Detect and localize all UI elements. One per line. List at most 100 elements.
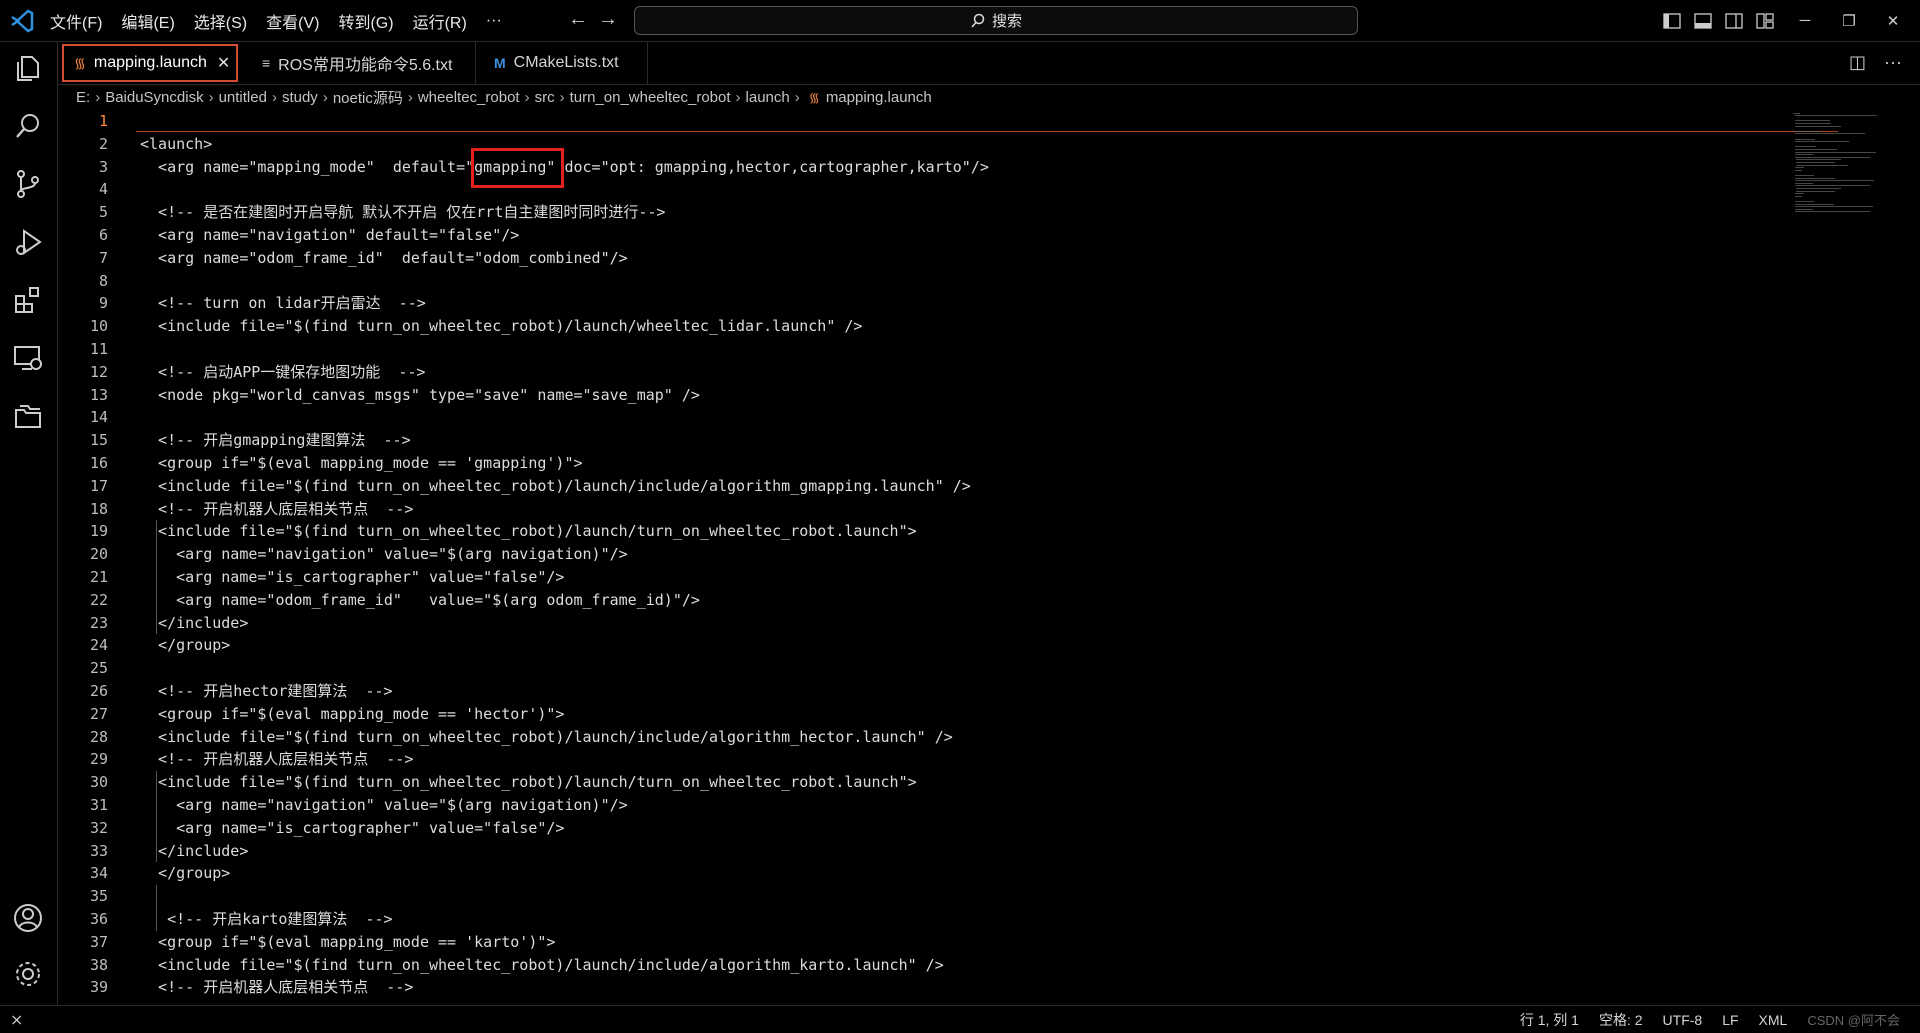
- code-text: <!-- 开启hector建图算法 -->: [140, 682, 393, 700]
- menu-selection[interactable]: 选择(S): [194, 9, 247, 33]
- code-line[interactable]: 12 <!-- 启动APP一键保存地图功能 -->: [58, 361, 1778, 384]
- code-text: </group>: [140, 636, 231, 655]
- breadcrumb-item[interactable]: turn_on_wheeltec_robot: [570, 89, 731, 106]
- code-line[interactable]: 1: [58, 110, 1838, 133]
- code-line[interactable]: 27 <group if="$(eval mapping_mode == 'he…: [58, 703, 1778, 726]
- code-line[interactable]: 28 <include file="$(find turn_on_wheelte…: [58, 726, 1778, 749]
- menu-view[interactable]: 查看(V): [266, 9, 319, 33]
- code-line[interactable]: 24 </group>: [58, 634, 1778, 657]
- code-text: <arg name="navigation" value="$(arg navi…: [140, 796, 628, 814]
- extensions-icon[interactable]: [12, 284, 44, 316]
- code-line[interactable]: 23 </include>: [58, 612, 1778, 635]
- split-editor-icon[interactable]: ◫: [1849, 52, 1866, 73]
- breadcrumb-item[interactable]: BaiduSyncdisk: [105, 89, 203, 106]
- code-line[interactable]: 8: [58, 270, 1778, 293]
- code-line[interactable]: 14: [58, 406, 1778, 429]
- code-line[interactable]: 38 <include file="$(find turn_on_wheelte…: [58, 954, 1778, 977]
- code-line[interactable]: 16 <group if="$(eval mapping_mode == 'gm…: [58, 452, 1778, 475]
- code-line[interactable]: 39 <!-- 开启机器人底层相关节点 -->: [58, 976, 1778, 999]
- code-line[interactable]: 19 <include file="$(find turn_on_wheelte…: [58, 520, 1778, 543]
- code-line[interactable]: 5 <!-- 是否在建图时开启导航 默认不开启 仅在rrt自主建图时同时进行--…: [58, 201, 1778, 224]
- menu-go[interactable]: 转到(G): [338, 9, 393, 33]
- restore-icon[interactable]: ❐: [1827, 12, 1871, 30]
- customize-layout-icon[interactable]: [1756, 12, 1774, 29]
- code-text: <launch>: [140, 134, 213, 153]
- code-line[interactable]: 4: [58, 178, 1778, 201]
- code-line[interactable]: 37 <group if="$(eval mapping_mode == 'ka…: [58, 931, 1778, 954]
- line-number: 4: [98, 180, 108, 199]
- settings-gear-icon[interactable]: [12, 958, 44, 990]
- cursor-position[interactable]: 行 1, 列 1: [1520, 1010, 1579, 1030]
- minimize-icon[interactable]: ─: [1783, 12, 1827, 29]
- command-search-box[interactable]: 搜索: [634, 6, 1358, 35]
- toggle-panel-icon[interactable]: [1694, 12, 1712, 29]
- code-line[interactable]: 36 <!-- 开启karto建图算法 -->: [58, 908, 1778, 931]
- toggle-primary-sidebar-icon[interactable]: [1663, 12, 1681, 29]
- indentation[interactable]: 空格: 2: [1599, 1010, 1643, 1030]
- encoding[interactable]: UTF-8: [1663, 1012, 1703, 1028]
- code-line[interactable]: 10 <include file="$(find turn_on_wheelte…: [58, 315, 1778, 338]
- breadcrumb-item[interactable]: mapping.launch: [826, 89, 932, 106]
- remote-indicator-icon[interactable]: ⨯: [10, 1010, 23, 1030]
- code-text: <include file="$(find turn_on_wheeltec_r…: [140, 317, 863, 336]
- search-icon[interactable]: [12, 110, 44, 142]
- code-line[interactable]: 2 <launch>: [58, 133, 1778, 156]
- breadcrumb-item[interactable]: study: [282, 89, 318, 106]
- code-line[interactable]: 17 <include file="$(find turn_on_wheelte…: [58, 475, 1778, 498]
- code-line[interactable]: 15 <!-- 开启gmapping建图算法 -->: [58, 429, 1778, 452]
- breadcrumb-item[interactable]: E:: [76, 89, 90, 106]
- tab-mapping-launch[interactable]: ᯾ mapping.launch ✕: [62, 44, 238, 82]
- breadcrumb-item[interactable]: launch: [746, 89, 790, 106]
- language-mode[interactable]: XML: [1759, 1012, 1788, 1028]
- remote-explorer-icon[interactable]: [12, 342, 44, 374]
- explorer-icon[interactable]: [12, 52, 44, 84]
- more-actions-icon[interactable]: ···: [1884, 52, 1902, 73]
- minimap[interactable]: [1793, 110, 1903, 230]
- menu-more[interactable]: ···: [486, 12, 502, 30]
- code-text: <arg name="odom_frame_id" default="odom_…: [140, 248, 628, 267]
- toggle-secondary-sidebar-icon[interactable]: [1725, 12, 1743, 29]
- code-line[interactable]: 9 <!-- turn on lidar开启雷达 -->: [58, 292, 1778, 315]
- tab-cmakelists[interactable]: M CMakeLists.txt: [476, 42, 648, 84]
- menu-file[interactable]: 文件(F): [50, 9, 102, 33]
- code-line[interactable]: 35: [58, 885, 1778, 908]
- accounts-icon[interactable]: [12, 902, 44, 934]
- close-window-icon[interactable]: ✕: [1871, 12, 1915, 30]
- code-line[interactable]: 40 <include file="$(find turn_on_wheelte…: [58, 999, 1778, 1003]
- menu-run[interactable]: 运行(R): [413, 9, 467, 33]
- line-number: 7: [98, 248, 108, 267]
- breadcrumb-item[interactable]: wheeltec_robot: [418, 89, 520, 106]
- code-line[interactable]: 18 <!-- 开启机器人底层相关节点 -->: [58, 498, 1778, 521]
- menu-edit[interactable]: 编辑(E): [121, 9, 174, 33]
- code-line[interactable]: 3 <arg name="mapping_mode" default="gmap…: [58, 156, 1778, 179]
- code-line[interactable]: 34 </group>: [58, 862, 1778, 885]
- chevron-right-icon: ›: [322, 88, 328, 106]
- source-control-icon[interactable]: [12, 168, 44, 200]
- code-line[interactable]: 26 <!-- 开启hector建图算法 -->: [58, 680, 1778, 703]
- forward-arrow-icon[interactable]: →: [598, 8, 618, 31]
- back-arrow-icon[interactable]: ←: [568, 8, 588, 31]
- code-line[interactable]: 6 <arg name="navigation" default="false"…: [58, 224, 1778, 247]
- code-line[interactable]: 29 <!-- 开启机器人底层相关节点 -->: [58, 748, 1778, 771]
- code-line[interactable]: 21 <arg name="is_cartographer" value="fa…: [58, 566, 1778, 589]
- code-line[interactable]: 32 <arg name="is_cartographer" value="fa…: [58, 817, 1778, 840]
- code-line[interactable]: 25: [58, 657, 1778, 680]
- chevron-right-icon: ›: [271, 88, 277, 106]
- code-line[interactable]: 7 <arg name="odom_frame_id" default="odo…: [58, 247, 1778, 270]
- breadcrumb-item[interactable]: noetic源码: [333, 87, 403, 108]
- breadcrumb-item[interactable]: src: [535, 89, 555, 106]
- code-line[interactable]: 22 <arg name="odom_frame_id" value="$(ar…: [58, 589, 1778, 612]
- breadcrumb-item[interactable]: untitled: [219, 89, 267, 106]
- code-line[interactable]: 11: [58, 338, 1778, 361]
- code-line[interactable]: 31 <arg name="navigation" value="$(arg n…: [58, 794, 1778, 817]
- code-line[interactable]: 13 <node pkg="world_canvas_msgs" type="s…: [58, 384, 1778, 407]
- code-line[interactable]: 30 <include file="$(find turn_on_wheelte…: [58, 771, 1778, 794]
- project-manager-icon[interactable]: [12, 400, 44, 432]
- code-line[interactable]: 20 <arg name="navigation" value="$(arg n…: [58, 543, 1778, 566]
- tab-ros-commands[interactable]: ≡ ROS常用功能命令5.6.txt: [242, 42, 476, 84]
- code-editor[interactable]: 1 2 <launch> 3 <arg name="mapping_mode" def…: [58, 110, 1920, 1003]
- end-of-line[interactable]: LF: [1722, 1012, 1738, 1028]
- close-tab-icon[interactable]: ✕: [217, 53, 230, 73]
- code-line[interactable]: 33 </include>: [58, 840, 1778, 863]
- run-debug-icon[interactable]: [12, 226, 44, 258]
